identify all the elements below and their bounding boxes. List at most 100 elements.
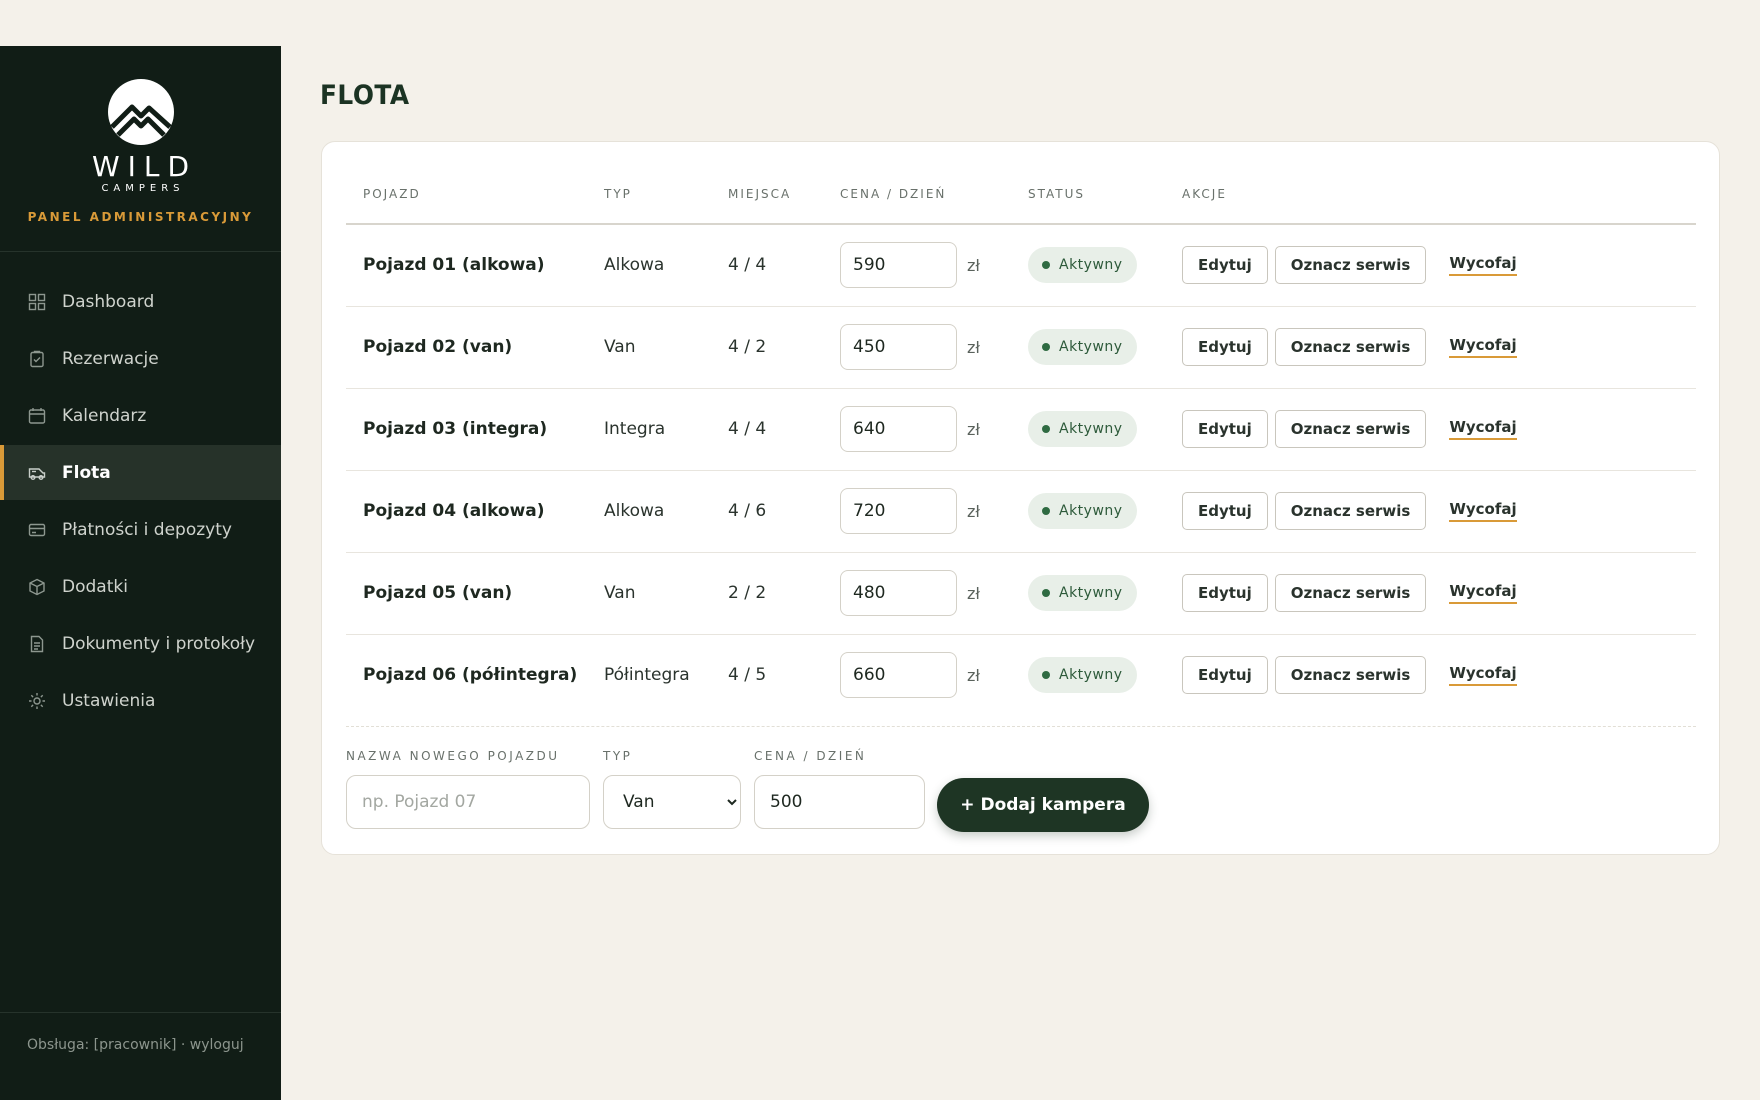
withdraw-link[interactable]: Wycofaj [1449, 664, 1517, 687]
new-vehicle-type-select[interactable]: Van [603, 775, 741, 829]
camper-icon [28, 464, 46, 482]
sidebar-item-flota[interactable]: Flota [0, 445, 281, 500]
vehicle-type: Van [587, 552, 711, 635]
table-row: Pojazd 05 (van) Van 2 / 2 zł Aktywny Edy… [346, 552, 1696, 635]
vehicle-name: Pojazd 04 (alkowa) [346, 470, 587, 553]
status-dot-icon [1042, 343, 1050, 351]
price-wrap: zł [840, 324, 1011, 370]
brand-name: WILD [91, 150, 198, 183]
row-actions: Edytuj Oznacz serwis Wycofaj [1182, 574, 1696, 612]
edit-button[interactable]: Edytuj [1182, 574, 1268, 612]
price-cell: zł [823, 224, 1011, 307]
status-dot-icon [1042, 507, 1050, 515]
price-cell: zł [823, 552, 1011, 635]
edit-button[interactable]: Edytuj [1182, 246, 1268, 285]
price-per-day-input[interactable] [840, 652, 957, 699]
col-header-price: CENA / DZIEŃ [823, 164, 1011, 225]
status-badge: Aktywny [1028, 329, 1137, 365]
withdraw-link[interactable]: Wycofaj [1449, 254, 1517, 277]
sidebar-item-label: Kalendarz [62, 405, 147, 426]
price-per-day-input[interactable] [840, 242, 957, 289]
table-row: Pojazd 06 (półintegra) Półintegra 4 / 5 … [346, 634, 1696, 716]
sidebar-footer[interactable]: Obsługa: [pracownik] · wyloguj [0, 1012, 281, 1100]
vehicle-type: Integra [587, 388, 711, 471]
status-dot-icon [1042, 589, 1050, 597]
actions-cell: Edytuj Oznacz serwis Wycofaj [1165, 470, 1696, 553]
mark-service-button[interactable]: Oznacz serwis [1274, 492, 1427, 530]
vehicle-seats: 4 / 2 [711, 306, 823, 389]
add-vehicle-form: NAZWA NOWEGO POJAZDU TYP Van CENA / DZIE… [346, 726, 1696, 832]
new-name-field: NAZWA NOWEGO POJAZDU [346, 749, 590, 829]
mark-service-button[interactable]: Oznacz serwis [1274, 246, 1427, 285]
col-header-type: TYP [587, 164, 711, 225]
sidebar-item-dashboard[interactable]: Dashboard [0, 274, 281, 329]
status-text: Aktywny [1059, 339, 1123, 355]
withdraw-link[interactable]: Wycofaj [1449, 582, 1517, 604]
status-cell: Aktywny [1011, 470, 1165, 553]
mark-service-button[interactable]: Oznacz serwis [1274, 328, 1427, 366]
status-badge: Aktywny [1028, 411, 1137, 447]
sidebar-item-kalendarz[interactable]: Kalendarz [0, 388, 281, 443]
edit-button[interactable]: Edytuj [1182, 492, 1268, 530]
brand: WILD CAMPERS PANEL ADMINISTRACYJNY [0, 46, 281, 252]
sidebar-item-label: Ustawienia [62, 690, 156, 711]
mark-service-button[interactable]: Oznacz serwis [1274, 656, 1427, 695]
vehicle-type: Alkowa [587, 470, 711, 553]
status-text: Aktywny [1059, 667, 1123, 684]
actions-cell: Edytuj Oznacz serwis Wycofaj [1165, 552, 1696, 635]
new-vehicle-name-input[interactable] [346, 775, 590, 829]
withdraw-link[interactable]: Wycofaj [1449, 336, 1517, 358]
price-per-day-input[interactable] [840, 488, 957, 534]
vehicle-name: Pojazd 03 (integra) [346, 388, 587, 471]
mark-service-button[interactable]: Oznacz serwis [1274, 574, 1427, 612]
sidebar-item-label: Dodatki [62, 576, 128, 597]
edit-button[interactable]: Edytuj [1182, 656, 1268, 695]
sidebar-nav: Dashboard Rezerwacje Kalendarz Flota Pła… [0, 274, 281, 728]
col-header-status: STATUS [1011, 164, 1165, 225]
status-text: Aktywny [1059, 421, 1123, 437]
withdraw-link[interactable]: Wycofaj [1449, 500, 1517, 522]
status-badge: Aktywny [1028, 493, 1137, 529]
fleet-card: POJAZD TYP MIEJSCA CENA / DZIEŃ STATUS A… [321, 141, 1720, 855]
table-row: Pojazd 04 (alkowa) Alkowa 4 / 6 zł Aktyw… [346, 470, 1696, 553]
price-cell: zł [823, 306, 1011, 389]
calendar-icon [28, 407, 46, 425]
mark-service-button[interactable]: Oznacz serwis [1274, 410, 1427, 448]
edit-button[interactable]: Edytuj [1182, 328, 1268, 366]
vehicle-seats: 4 / 4 [711, 224, 823, 307]
add-camper-button[interactable]: + Dodaj kampera [937, 778, 1149, 832]
vehicle-type: Półintegra [604, 665, 690, 686]
sidebar-item-dodatki[interactable]: Dodatki [0, 559, 281, 614]
price-per-day-input[interactable] [840, 570, 957, 616]
new-vehicle-price-input[interactable] [754, 775, 925, 829]
sidebar-item-platnosci[interactable]: Płatności i depozyty [0, 502, 281, 557]
price-wrap: zł [840, 652, 1011, 699]
row-actions: Edytuj Oznacz serwis Wycofaj [1182, 492, 1696, 530]
grid-icon [28, 293, 46, 311]
sidebar-item-dokumenty[interactable]: Dokumenty i protokoły [0, 616, 281, 671]
staff-logout-link[interactable]: Obsługa: [pracownik] · wyloguj [27, 1037, 244, 1053]
row-actions: Edytuj Oznacz serwis Wycofaj [1182, 328, 1696, 366]
sidebar-item-label: Rezerwacje [62, 348, 159, 369]
col-header-vehicle: POJAZD [346, 164, 587, 225]
fleet-table: POJAZD TYP MIEJSCA CENA / DZIEŃ STATUS A… [346, 164, 1696, 716]
mountain-logo-icon [107, 79, 174, 145]
sidebar-item-ustawienia[interactable]: Ustawienia [0, 673, 281, 728]
currency-label: zł [967, 501, 980, 521]
vehicle-seats: 4 / 4 [711, 388, 823, 471]
price-cell: zł [823, 634, 1011, 716]
sidebar-item-label: Płatności i depozyty [62, 519, 232, 540]
price-per-day-input[interactable] [840, 324, 957, 370]
sidebar-item-rezerwacje[interactable]: Rezerwacje [0, 331, 281, 386]
sidebar-item-label: Flota [62, 462, 111, 483]
withdraw-link[interactable]: Wycofaj [1449, 418, 1517, 440]
col-header-actions: AKCJE [1165, 164, 1696, 225]
edit-button[interactable]: Edytuj [1182, 410, 1268, 448]
new-type-label: TYP [603, 749, 633, 763]
new-price-label: CENA / DZIEŃ [754, 749, 867, 763]
vehicle-name: Pojazd 02 (van) [346, 306, 587, 389]
vehicle-type: Alkowa [587, 224, 711, 307]
price-per-day-input[interactable] [840, 406, 957, 452]
page-title: FLOTA [320, 80, 410, 111]
panel-label: PANEL ADMINISTRACYJNY [27, 210, 254, 224]
